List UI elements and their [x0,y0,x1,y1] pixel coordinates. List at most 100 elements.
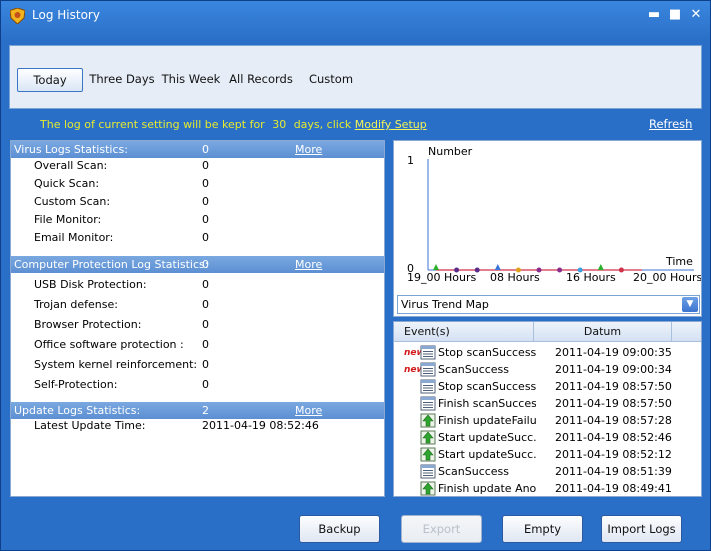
event-date: 2011-04-19 09:00:34 [555,363,672,376]
event-name: ScanSuccess [438,363,510,376]
event-name: Stop scanSuccess [438,380,536,393]
stat-row: Quick Scan: 0 [11,176,384,192]
stat-label: Trojan defense: [34,298,118,311]
tab-all-records[interactable]: All Records [228,68,294,92]
event-row[interactable]: Start updateSucc... 2011-04-19 08:52:46 [394,429,701,446]
minimize-button[interactable]: ▬ [647,8,661,22]
stat-label: Browser Protection: [34,318,142,331]
event-name: Finish update Ano... [438,482,536,495]
import-logs-button[interactable]: Import Logs [601,515,682,543]
event-date: 2011-04-19 08:49:41 [555,482,672,495]
log-icon [420,396,436,411]
stat-value: 0 [202,177,209,190]
update-stats-value: 2 [202,404,209,417]
event-name: Start updateSucc... [438,448,536,461]
events-list: Event(s) Datum new Stop scanSuccess 2011-0… [393,321,702,497]
event-date: 2011-04-19 08:57:50 [555,380,672,393]
stat-label: Self-Protection: [34,378,118,391]
tab-custom[interactable]: Custom [305,68,357,92]
notice-suffix: days, click [293,118,352,131]
stat-value: 0 [202,358,209,371]
event-row[interactable]: Finish update Ano... 2011-04-19 08:49:41 [394,480,701,496]
column-header-filler [672,322,701,342]
event-name: ScanSuccess [438,465,510,478]
x-axis-label: Time [665,255,693,268]
event-date: 2011-04-19 08:57:28 [555,414,672,427]
virus-stats-header: Virus Logs Statistics: 0 More Informatio… [11,141,384,173]
trend-chart: Number Time 1 0 19_00 Hours 08 Hours 16 … [407,145,701,284]
update-icon [420,413,436,428]
trend-map-value: Virus Trend Map [401,298,489,311]
stat-label: Latest Update Time: [34,419,146,432]
event-row[interactable]: Stop scanSuccess 2011-04-19 08:57:50 [394,378,701,395]
retention-notice: The log of current setting will be kept … [40,118,427,131]
data-point [494,264,501,270]
stat-label: Quick Scan: [34,177,100,190]
event-name: Start updateSucc... [438,431,536,444]
time-range-tabs: Today Three Days This Week All Records C… [9,45,702,109]
data-point [433,264,439,270]
protection-stats-header: Computer Protection Log Statistics: 0 Mo… [11,256,384,288]
event-name: Stop scanSuccess [438,346,536,359]
protection-stats-label: Computer Protection Log Statistics: [14,258,209,271]
data-point [474,267,480,273]
column-header-events[interactable]: Event(s) [394,322,534,342]
log-icon [420,464,436,479]
virus-stats-label: Virus Logs Statistics: [14,143,128,156]
empty-button[interactable]: Empty [502,515,583,543]
tab-this-week[interactable]: This Week [161,68,221,92]
stat-row: Self-Protection: 0 [11,377,384,393]
update-icon [420,481,436,496]
event-row[interactable]: ScanSuccess 2011-04-19 08:51:39 [394,463,701,480]
event-row[interactable]: Start updateSucc... 2011-04-19 08:52:12 [394,446,701,463]
event-name: Finish scanSuccess [438,397,536,410]
statistics-panel: Virus Logs Statistics: 0 More Informatio… [10,140,385,497]
tab-three-days[interactable]: Three Days [88,68,156,92]
stat-value: 0 [202,298,209,311]
column-header-datum[interactable]: Datum [534,322,672,342]
event-date: 2011-04-19 09:00:35 [555,346,672,359]
backup-button[interactable]: Backup [299,515,380,543]
stat-value: 0 [202,278,209,291]
data-point [577,267,583,273]
stat-label: Custom Scan: [34,195,111,208]
data-point [515,267,521,273]
stat-value: 0 [202,378,209,391]
stat-value: 0 [202,231,209,244]
stat-value: 2011-04-19 08:52:46 [202,419,319,432]
close-button[interactable]: ✕ [689,8,703,22]
stat-row: USB Disk Protection: 0 [11,277,384,293]
event-row[interactable]: Finish updateFailu... 2011-04-19 08:57:28 [394,412,701,429]
chevron-down-icon[interactable]: ▼ [682,297,698,312]
x-tick-label: 20_00 Hours [633,271,701,284]
log-icon [420,362,436,377]
event-row[interactable]: Finish scanSuccess 2011-04-19 08:57:50 [394,395,701,412]
stat-row: Browser Protection: 0 [11,317,384,333]
tab-today[interactable]: Today [17,68,83,92]
log-icon [420,379,436,394]
window-title: Log History [32,8,100,22]
stat-row: Custom Scan: 0 [11,194,384,210]
data-point [454,267,460,273]
export-button[interactable]: Export [401,515,482,543]
trend-map-select[interactable]: Virus Trend Map ▼ [397,295,700,314]
title-bar[interactable]: Log History ▬ ■ ✕ [1,1,711,31]
log-icon [420,345,436,360]
log-history-window: Log History ▬ ■ ✕ Today Three Days This … [0,0,711,551]
stat-row: System kernel reinforcement: 0 [11,357,384,373]
update-icon [420,447,436,462]
data-point [597,264,604,270]
stat-label: Overall Scan: [34,159,108,172]
trend-chart-panel: Number Time 1 0 19_00 Hours 08 Hours 16 … [393,140,702,317]
refresh-link[interactable]: Refresh [649,117,692,131]
modify-setup-link[interactable]: Modify Setup [355,118,427,131]
maximize-button[interactable]: ■ [668,8,682,22]
stat-value: 0 [202,318,209,331]
y-axis-label: Number [428,145,473,158]
stat-label: System kernel reinforcement: [34,358,198,371]
stat-label: Email Monitor: [34,231,114,244]
event-row[interactable]: new ScanSuccess 2011-04-19 09:00:34 [394,361,701,378]
notice-prefix: The log of current setting will be kept … [40,118,265,131]
event-row[interactable]: new Stop scanSuccess 2011-04-19 09:00:35 [394,344,701,361]
event-date: 2011-04-19 08:51:39 [555,465,672,478]
